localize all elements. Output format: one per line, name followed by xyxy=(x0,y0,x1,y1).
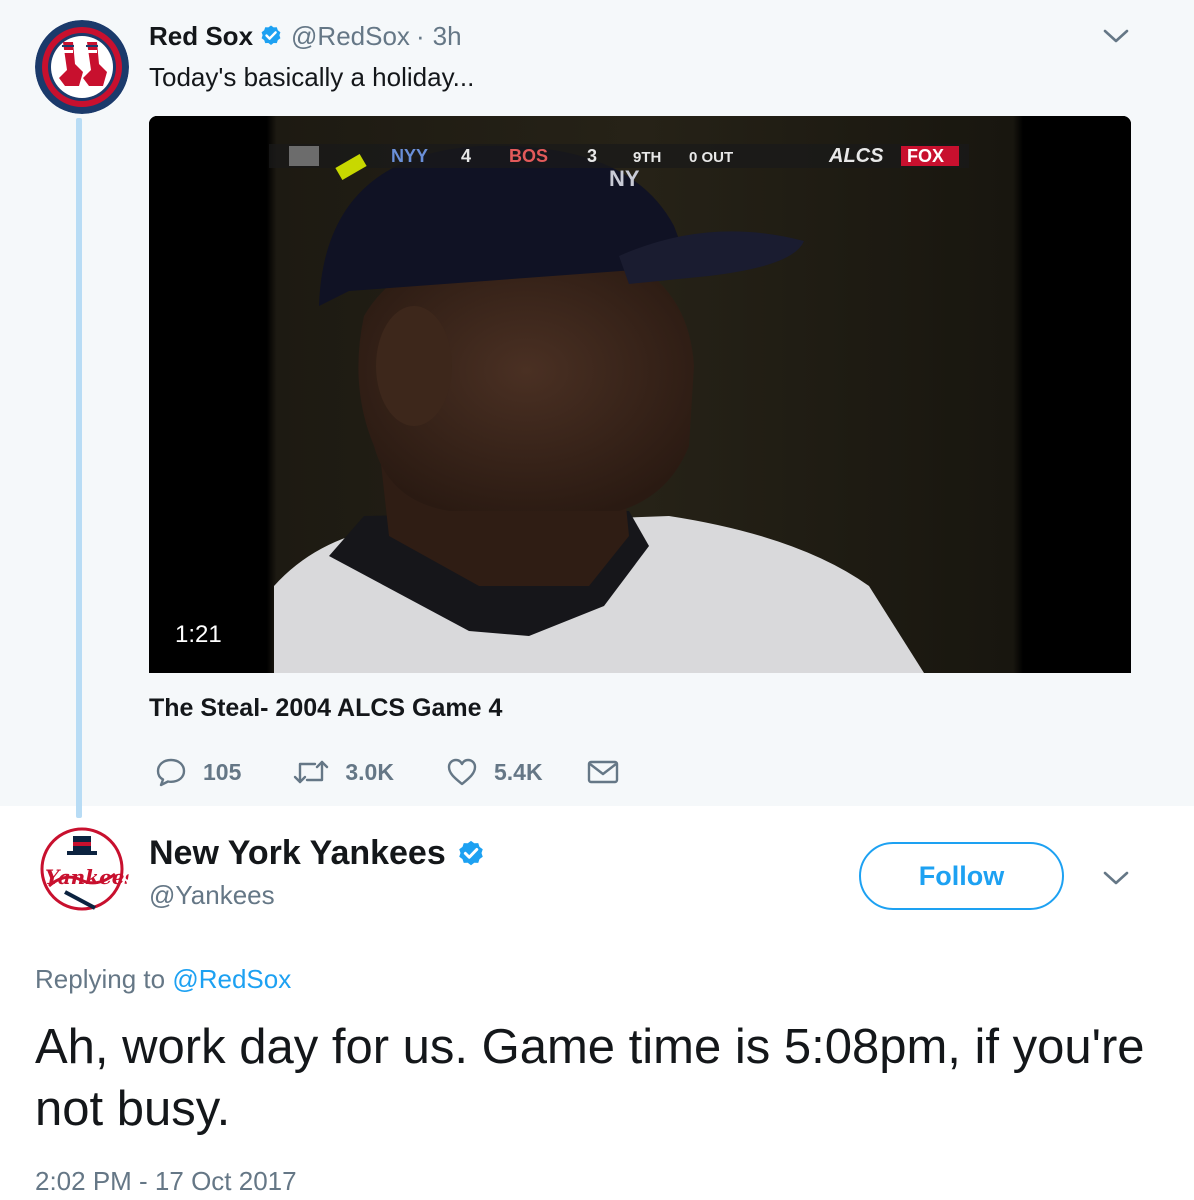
replying-to-line: Replying to @RedSox xyxy=(35,964,291,995)
redsox-logo-icon xyxy=(35,20,129,114)
scorebug-home-score: 3 xyxy=(587,146,597,166)
chevron-down-icon[interactable] xyxy=(1101,868,1131,888)
replying-to-handle-link[interactable]: @RedSox xyxy=(172,964,291,994)
author-name[interactable]: Red Sox xyxy=(149,21,253,52)
direct-message-action[interactable] xyxy=(587,759,635,785)
svg-text:NY: NY xyxy=(609,166,640,191)
parent-tweet[interactable]: Red Sox @RedSox · 3h Today's basically a… xyxy=(0,0,1194,818)
author-handle[interactable]: @RedSox xyxy=(291,21,410,52)
scorebug-network: FOX xyxy=(907,146,944,166)
retweet-action[interactable]: 3.0K xyxy=(293,758,394,786)
scorebug-outs: 0 OUT xyxy=(689,149,733,166)
reply-author-handle[interactable]: @Yankees xyxy=(149,880,275,911)
reply-bubble-icon xyxy=(156,758,186,787)
yankees-avatar[interactable]: Yankees xyxy=(35,822,129,916)
header-separator: · xyxy=(415,20,425,51)
like-count: 5.4K xyxy=(493,758,543,785)
reply-action[interactable]: 105 xyxy=(155,757,241,787)
reply-author-name[interactable]: New York Yankees xyxy=(149,834,446,873)
video-player[interactable]: NY NYY 4 BOS 3 9TH 0 OUT ALCS FOX 1:21 xyxy=(149,116,1131,673)
reply-tweet-text: Ah, work day for us. Game time is 5:08pm… xyxy=(35,1020,1145,1136)
reply-count: 105 xyxy=(203,758,242,785)
video-frame: NY NYY 4 BOS 3 9TH 0 OUT ALCS FOX xyxy=(149,116,1131,673)
reply-timestamp[interactable]: 2:02 PM - 17 Oct 2017 xyxy=(35,1166,297,1197)
tweet-time[interactable]: 3h xyxy=(433,21,462,52)
follow-button[interactable]: Follow xyxy=(859,842,1064,910)
retweet-count: 3.0K xyxy=(345,758,394,785)
replying-to-prefix: Replying to xyxy=(35,964,166,994)
video-duration: 1:21 xyxy=(175,621,222,648)
tweet-actions: 105 3.0K 5.4K xyxy=(155,752,687,792)
redsox-avatar[interactable] xyxy=(35,20,129,114)
yankees-logo-icon: Yankees xyxy=(36,823,129,915)
retweet-icon xyxy=(294,760,329,784)
chevron-down-icon[interactable] xyxy=(1101,26,1131,46)
scorebug-home-team: BOS xyxy=(509,146,548,166)
thread-connector-line xyxy=(76,118,82,818)
video-card-title[interactable]: The Steal- 2004 ALCS Game 4 xyxy=(149,694,502,723)
reply-author-header: New York Yankees xyxy=(149,834,494,873)
scorebug-away-team: NYY xyxy=(391,146,428,166)
scorebug-inning: 9TH xyxy=(633,149,661,166)
verified-badge-icon xyxy=(261,25,281,45)
like-action[interactable]: 5.4K xyxy=(446,757,543,787)
envelope-icon xyxy=(587,760,618,784)
scorebug-away-score: 4 xyxy=(461,146,471,166)
tweet-text: Today's basically a holiday... xyxy=(149,62,475,92)
heart-icon xyxy=(447,758,477,786)
scorebug-series: ALCS xyxy=(828,145,884,167)
parent-tweet-header: Red Sox @RedSox · 3h xyxy=(149,20,462,52)
verified-badge-icon xyxy=(459,840,483,865)
svg-text:Yankees: Yankees xyxy=(45,865,129,889)
